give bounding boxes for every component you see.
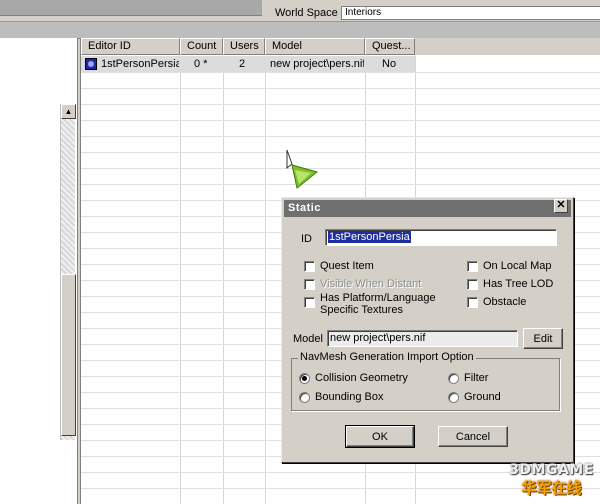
id-label: ID: [301, 233, 312, 245]
grid-line: [81, 120, 600, 121]
watermark-top-text: 3DMGAME: [509, 462, 594, 478]
model-label: Model: [293, 333, 323, 345]
ground-radio[interactable]: [448, 392, 459, 403]
cell-count: 0 *: [194, 58, 208, 70]
grid-line: [81, 168, 600, 169]
has-platform-checkbox[interactable]: [304, 297, 315, 308]
window-titlebar: [0, 21, 600, 39]
top-left-bar: [0, 0, 262, 16]
has-tree-lod-label: Has Tree LOD: [483, 278, 554, 290]
close-icon[interactable]: ✕: [554, 199, 568, 213]
bounding-box-radio[interactable]: [299, 392, 310, 403]
scroll-thumb[interactable]: [61, 274, 76, 436]
has-platform-label-line1: Has Platform/Language: [320, 292, 436, 304]
cell-editor-id: 1stPersonPersia: [101, 58, 179, 70]
grid-line: [81, 72, 600, 73]
navmesh-group: NavMesh Generation Import Option Collisi…: [291, 351, 560, 411]
cell-users: 2: [239, 58, 246, 70]
filter-radio[interactable]: [448, 373, 459, 384]
static-dialog: Static ✕ ID 1stPersonPersia Quest Item V…: [281, 197, 574, 463]
quest-item-checkbox[interactable]: [304, 261, 315, 272]
static-object-icon: [85, 58, 97, 70]
table-row[interactable]: 1stPersonPersia 0 * 2 new project\pers.n…: [81, 56, 415, 72]
edit-button[interactable]: Edit: [523, 328, 563, 349]
bounding-box-label: Bounding Box: [315, 391, 384, 403]
site-watermark: 3DMGAME 华军在线: [503, 462, 600, 497]
obstacle-checkbox[interactable]: [467, 297, 478, 308]
grid-line: [81, 136, 600, 137]
visible-when-distant-checkbox[interactable]: [304, 279, 315, 290]
collision-geometry-label: Collision Geometry: [315, 372, 408, 384]
column-header-model[interactable]: Model: [265, 38, 365, 55]
grid-line: [81, 104, 600, 105]
collision-geometry-radio[interactable]: [299, 373, 310, 384]
dialog-title: Static: [284, 200, 571, 217]
navmesh-group-title: NavMesh Generation Import Option: [298, 351, 476, 363]
column-header-users[interactable]: Users: [223, 38, 265, 55]
mouse-cursor-icon: [286, 149, 319, 189]
tree-scrollbar[interactable]: ▲: [60, 104, 76, 440]
id-input-value: 1stPersonPersia: [328, 231, 411, 243]
column-header-quest[interactable]: Quest...: [365, 38, 415, 55]
world-space-select[interactable]: Interiors: [341, 6, 600, 20]
list-header: Editor ID Count Users Model Quest...: [81, 38, 600, 55]
model-field: new project\pers.nif: [327, 330, 518, 347]
has-platform-label-line2: Specific Textures: [320, 304, 403, 316]
ok-button[interactable]: OK: [345, 425, 415, 448]
cell-model: new project\pers.nif: [270, 58, 364, 70]
ground-label: Ground: [464, 391, 501, 403]
on-local-map-checkbox[interactable]: [467, 261, 478, 272]
grid-line: [81, 184, 600, 185]
grid-line: [81, 88, 600, 89]
visible-when-distant-label: Visible When Distant: [320, 278, 422, 290]
column-header-editor-id[interactable]: Editor ID: [81, 38, 180, 55]
filter-label: Filter: [464, 372, 489, 384]
scroll-up-arrow-icon[interactable]: ▲: [61, 104, 76, 119]
object-tree-panel[interactable]: ▲: [0, 38, 78, 504]
has-tree-lod-checkbox[interactable]: [467, 279, 478, 290]
on-local-map-label: On Local Map: [483, 260, 552, 272]
watermark-bottom-text: 华军在线: [521, 479, 582, 497]
grid-line: [81, 152, 600, 153]
cancel-button[interactable]: Cancel: [438, 426, 508, 447]
obstacle-label: Obstacle: [483, 296, 527, 308]
world-space-label: World Space: [275, 7, 338, 19]
column-header-count[interactable]: Count: [180, 38, 223, 55]
quest-item-label: Quest Item: [320, 260, 374, 272]
id-input[interactable]: 1stPersonPersia: [325, 229, 557, 246]
cell-quest: No: [382, 58, 397, 70]
